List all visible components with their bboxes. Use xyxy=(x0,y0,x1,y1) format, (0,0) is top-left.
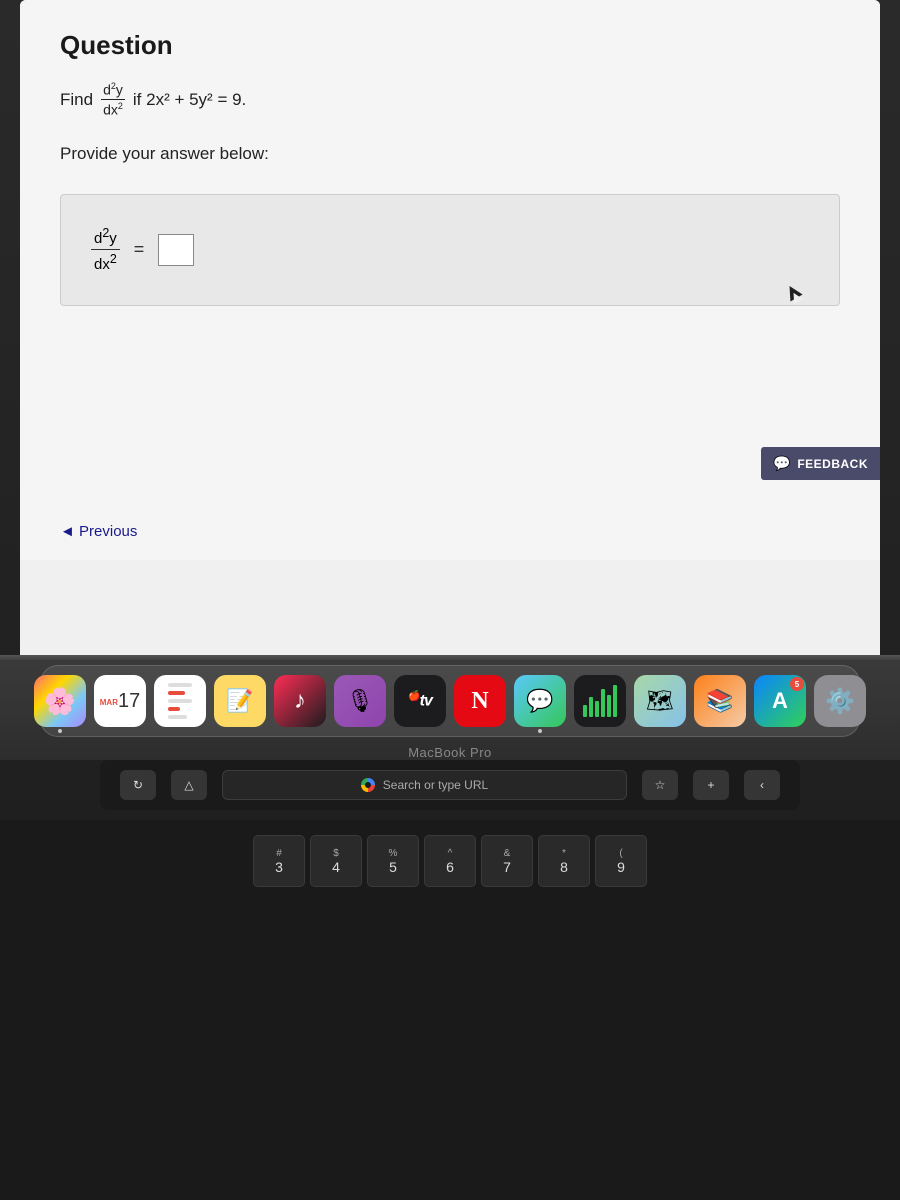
dock-item-appletv[interactable]: 🍎tv xyxy=(394,675,446,727)
dock-area: 🌸 MAR 17 📝 xyxy=(0,660,900,760)
dock-bar: 🌸 MAR 17 📝 xyxy=(40,665,860,737)
reload-icon: ↻ xyxy=(133,778,143,792)
key-5-top: % xyxy=(389,849,398,859)
touchbar-search-bar[interactable]: Search or type URL xyxy=(222,770,627,800)
screen-area: Question Find d2y dx2 if 2x² + 5y² = 9. … xyxy=(20,0,880,660)
fraction-numerator: d2y xyxy=(101,81,125,100)
dock-item-netflix[interactable]: N xyxy=(454,675,506,727)
key-5-bottom: 5 xyxy=(389,860,397,874)
macbook-label: MacBook Pro xyxy=(408,745,492,760)
dock-item-notes[interactable]: 📝 xyxy=(214,675,266,727)
touchbar-home-button[interactable]: △ xyxy=(171,770,207,800)
keyboard-row-1: # 3 $ 4 % 5 ^ 6 & 7 xyxy=(20,835,880,887)
touchbar-add-button[interactable]: + xyxy=(693,770,729,800)
dock-item-photos[interactable]: 🌸 xyxy=(34,675,86,727)
touchbar-back-button[interactable]: ‹ xyxy=(744,770,780,800)
key-5[interactable]: % 5 xyxy=(367,835,419,887)
stocks-bar-5 xyxy=(607,695,611,717)
feedback-label: FEEDBACK xyxy=(797,457,868,471)
key-4-bottom: 4 xyxy=(332,860,340,874)
keyboard-section: # 3 $ 4 % 5 ^ 6 & 7 xyxy=(0,820,900,907)
key-4[interactable]: $ 4 xyxy=(310,835,362,887)
stocks-bar-4 xyxy=(601,689,605,717)
answer-input-box[interactable] xyxy=(158,234,194,266)
star-icon: ☆ xyxy=(655,778,666,792)
key-7-bottom: 7 xyxy=(503,860,511,874)
answer-fraction-den: dx2 xyxy=(91,250,120,275)
browser-content: Question Find d2y dx2 if 2x² + 5y² = 9. … xyxy=(20,0,880,660)
equals-sign: = xyxy=(134,239,145,260)
key-7[interactable]: & 7 xyxy=(481,835,533,887)
key-3[interactable]: # 3 xyxy=(253,835,305,887)
key-4-top: $ xyxy=(333,849,339,859)
question-container: Question Find d2y dx2 if 2x² + 5y² = 9. … xyxy=(20,0,880,560)
provide-text: Provide your answer below: xyxy=(60,144,840,164)
condition-text: if 2x² + 5y² = 9. xyxy=(133,90,246,110)
plus-icon: + xyxy=(707,778,714,792)
answer-fraction: d2y dx2 xyxy=(91,225,120,275)
dock-item-books[interactable]: 📚 xyxy=(694,675,746,727)
stocks-bars xyxy=(583,685,617,717)
question-text: Find d2y dx2 if 2x² + 5y² = 9. xyxy=(60,81,840,119)
google-icon xyxy=(361,778,375,792)
feedback-icon: 💬 xyxy=(773,455,791,472)
feedback-button[interactable]: 💬 FEEDBACK xyxy=(761,447,880,480)
fraction-denominator: dx2 xyxy=(101,100,125,118)
key-3-bottom: 3 xyxy=(275,860,283,874)
dock-dot-photos xyxy=(58,729,62,733)
keyboard-area: # 3 $ 4 % 5 ^ 6 & 7 xyxy=(0,820,900,1200)
key-7-top: & xyxy=(504,849,511,859)
answer-fraction-num: d2y xyxy=(91,225,120,251)
dock-item-podcasts[interactable]: 🎙 xyxy=(334,675,386,727)
dock-item-calendar[interactable]: MAR 17 xyxy=(94,675,146,727)
stocks-bar-1 xyxy=(583,705,587,717)
nav-area: ◄ Previous xyxy=(20,523,880,540)
dock-item-appstore[interactable]: A 5 xyxy=(754,675,806,727)
key-6-bottom: 6 xyxy=(446,860,454,874)
key-9-bottom: 9 xyxy=(617,860,625,874)
key-6[interactable]: ^ 6 xyxy=(424,835,476,887)
key-6-top: ^ xyxy=(448,849,453,859)
touch-bar: ↻ △ Search or type URL ☆ + ‹ xyxy=(100,760,800,810)
search-text: Search or type URL xyxy=(383,778,488,792)
calendar-month: MAR xyxy=(100,699,118,707)
find-label: Find xyxy=(60,90,93,110)
dock-dot-messages xyxy=(538,729,542,733)
stocks-bar-2 xyxy=(589,697,593,717)
key-9[interactable]: ( 9 xyxy=(595,835,647,887)
home-icon: △ xyxy=(184,778,193,792)
key-8-top: * xyxy=(562,849,566,859)
laptop-body: Question Find d2y dx2 if 2x² + 5y² = 9. … xyxy=(0,0,900,1200)
key-3-top: # xyxy=(276,849,282,859)
stocks-bar-3 xyxy=(595,701,599,717)
question-fraction: d2y dx2 xyxy=(101,81,125,119)
key-8[interactable]: * 8 xyxy=(538,835,590,887)
dock-item-stocks[interactable] xyxy=(574,675,626,727)
dock-item-reminders[interactable] xyxy=(154,675,206,727)
dock-item-music[interactable]: ♪ xyxy=(274,675,326,727)
key-8-bottom: 8 xyxy=(560,860,568,874)
touchbar-reload-button[interactable]: ↻ xyxy=(120,770,156,800)
key-9-top: ( xyxy=(619,849,622,859)
dock-item-maps[interactable]: 🗺 xyxy=(634,675,686,727)
touchbar-bookmark-button[interactable]: ☆ xyxy=(642,770,678,800)
dock-item-messages[interactable]: 💬 xyxy=(514,675,566,727)
answer-area: d2y dx2 = xyxy=(60,194,840,306)
stocks-bar-6 xyxy=(613,685,617,717)
question-title: Question xyxy=(60,30,840,61)
previous-button[interactable]: ◄ Previous xyxy=(60,523,137,540)
dock-item-system-prefs[interactable]: ⚙️ xyxy=(814,675,866,727)
appstore-badge: 5 xyxy=(790,677,804,691)
back-icon: ‹ xyxy=(760,778,764,792)
calendar-day: 17 xyxy=(118,691,140,711)
